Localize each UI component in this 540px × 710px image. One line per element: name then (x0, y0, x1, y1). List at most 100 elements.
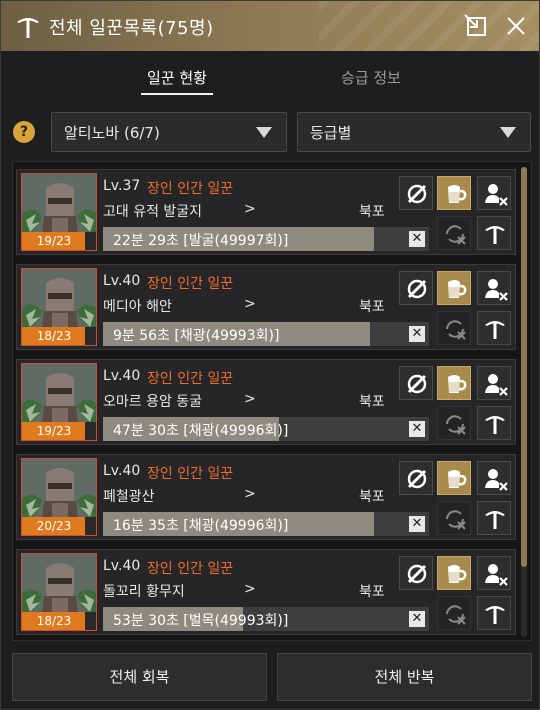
stamina-badge: 19/23 (22, 232, 86, 250)
recover-all-button[interactable]: 전체 회복 (12, 653, 267, 701)
work-progress-text: 53분 30초 [벌목(49993회)] (113, 613, 289, 629)
work-progress-text: 47분 30초 [채광(49996회)] (113, 423, 289, 439)
feed-worker-button[interactable] (437, 366, 471, 400)
tab-worker-status[interactable]: 일꾼 현황 (87, 63, 267, 97)
worker-card: 20/23 Lv.40 장인 인간 일꾼 폐철광산 > 북포 16분 35초 [… (16, 454, 516, 540)
scrollbar-thumb[interactable] (521, 167, 527, 567)
worker-list-window: 전체 일꾼목록(75명) 일꾼 현황 승급 정보 ? 알티노바 (6/7) 등급… (0, 0, 540, 710)
worker-portrait[interactable]: 19/23 (21, 363, 97, 441)
worker-card: 18/23 Lv.40 장인 인간 일꾼 돌꼬리 황무지 > 북포 53분 30… (16, 549, 516, 635)
pickaxe-icon (485, 226, 505, 244)
stamina-badge-edge (85, 422, 96, 440)
repeat-work-button[interactable] (437, 596, 471, 630)
stop-work-button[interactable]: ✕ (409, 611, 425, 627)
worker-card: 18/23 Lv.40 장인 인간 일꾼 메디아 해안 > 북포 9분 56초 … (16, 264, 516, 350)
stamina-badge-edge (85, 612, 96, 630)
repeat-all-button[interactable]: 전체 반복 (277, 653, 532, 701)
hide-worker-button[interactable] (399, 556, 433, 590)
stop-work-button[interactable]: ✕ (409, 326, 425, 342)
repeat-work-button[interactable] (437, 406, 471, 440)
worker-level: Lv.40 (103, 558, 141, 574)
worker-destination: 북포 (359, 204, 385, 220)
fire-worker-button[interactable] (477, 461, 511, 495)
region-select[interactable]: 알티노바 (6/7) (51, 112, 287, 152)
feed-worker-button[interactable] (437, 556, 471, 590)
repeat-work-button[interactable] (437, 216, 471, 250)
hide-icon (407, 279, 427, 299)
close-button[interactable] (501, 11, 531, 41)
stop-work-button[interactable]: ✕ (409, 421, 425, 437)
fire-worker-button[interactable] (477, 556, 511, 590)
repeat-icon (446, 510, 466, 530)
repeat-work-button[interactable] (437, 311, 471, 345)
worker-portrait[interactable]: 18/23 (21, 553, 97, 631)
stop-work-button[interactable]: ✕ (409, 516, 425, 532)
work-progress-text: 22분 29초 [발굴(49997회)] (113, 233, 289, 249)
hide-worker-button[interactable] (399, 366, 433, 400)
stop-work-button[interactable]: ✕ (409, 231, 425, 247)
region-select-value: 알티노바 (6/7) (64, 124, 160, 142)
worker-level: Lv.37 (103, 178, 141, 194)
beer-icon (448, 375, 467, 393)
stamina-badge: 18/23 (22, 327, 86, 345)
worker-location: 메디아 해안 (103, 299, 172, 315)
work-progress-text: 16분 35초 [채광(49996회)] (113, 518, 289, 534)
feed-worker-button[interactable] (437, 271, 471, 305)
hide-worker-button[interactable] (399, 461, 433, 495)
route-arrow: > (244, 391, 256, 407)
close-icon (507, 17, 525, 35)
worker-destination: 북포 (359, 299, 385, 315)
worker-portrait[interactable]: 19/23 (21, 173, 97, 251)
assign-work-button[interactable] (477, 501, 511, 535)
feed-worker-button[interactable] (437, 176, 471, 210)
popout-button[interactable] (461, 11, 491, 41)
work-progress-bar: 22분 29초 [발굴(49997회)] ✕ (103, 227, 429, 251)
pickaxe-icon (485, 416, 505, 434)
repeat-icon (446, 415, 466, 435)
fire-worker-icon (485, 279, 508, 301)
worker-class: 장인 인간 일꾼 (147, 371, 234, 387)
repeat-icon (446, 605, 466, 625)
hide-icon (407, 374, 427, 394)
fire-worker-button[interactable] (477, 366, 511, 400)
beer-icon (448, 565, 467, 583)
help-icon[interactable]: ? (13, 121, 35, 143)
tab-promotion-info[interactable]: 승급 정보 (281, 63, 461, 97)
route-arrow: > (244, 296, 256, 312)
beer-icon (448, 470, 467, 488)
fire-worker-button[interactable] (477, 271, 511, 305)
title-bar: 전체 일꾼목록(75명) (1, 1, 539, 51)
stamina-badge-edge (85, 232, 96, 250)
hide-icon (407, 184, 427, 204)
worker-class: 장인 인간 일꾼 (147, 181, 234, 197)
worker-class: 장인 인간 일꾼 (147, 466, 234, 482)
sort-select-value: 등급별 (310, 124, 352, 142)
worker-portrait[interactable]: 20/23 (21, 458, 97, 536)
hide-worker-button[interactable] (399, 271, 433, 305)
worker-portrait[interactable]: 18/23 (21, 268, 97, 346)
route-arrow: > (244, 201, 256, 217)
fire-worker-icon (485, 184, 508, 206)
assign-work-button[interactable] (477, 216, 511, 250)
feed-worker-button[interactable] (437, 461, 471, 495)
assign-work-button[interactable] (477, 596, 511, 630)
assign-work-button[interactable] (477, 406, 511, 440)
worker-location: 돌꼬리 황무지 (103, 584, 185, 600)
fire-worker-button[interactable] (477, 176, 511, 210)
pickaxe-icon (485, 606, 505, 624)
assign-work-button[interactable] (477, 311, 511, 345)
repeat-icon (446, 320, 466, 340)
scrollbar[interactable] (521, 167, 527, 637)
hide-worker-button[interactable] (399, 176, 433, 210)
work-progress-bar: 9분 56초 [채광(49993회)] ✕ (103, 322, 429, 346)
work-progress-text: 9분 56초 [채광(49993회)] (113, 328, 280, 344)
route-arrow: > (244, 486, 256, 502)
chevron-down-icon (500, 127, 516, 138)
pickaxe-icon (485, 511, 505, 529)
worker-card: 19/23 Lv.40 장인 인간 일꾼 오마르 용암 동굴 > 북포 47분 … (16, 359, 516, 445)
work-progress-bar: 47분 30초 [채광(49996회)] ✕ (103, 417, 429, 441)
fire-worker-icon (485, 564, 508, 586)
repeat-work-button[interactable] (437, 501, 471, 535)
repeat-icon (446, 225, 466, 245)
sort-select[interactable]: 등급별 (297, 112, 531, 152)
